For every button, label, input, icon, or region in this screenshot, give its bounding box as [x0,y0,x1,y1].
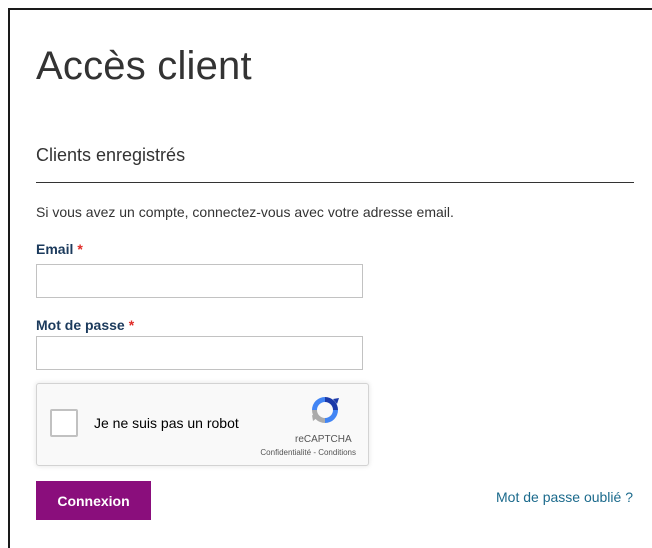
recaptcha-widget: Je ne suis pas un robot reCAPTCHA Confid… [36,383,369,466]
required-marker: * [77,241,83,257]
recaptcha-terms-link[interactable]: Confidentialité - Conditions [260,448,356,457]
email-label-text: Email [36,241,74,257]
password-label-text: Mot de passe [36,317,125,333]
email-label: Email * [36,242,83,256]
page-title: Accès client [36,44,252,88]
recaptcha-brand: reCAPTCHA [295,434,352,445]
email-field[interactable] [36,264,363,298]
forgot-password-link[interactable]: Mot de passe oublié ? [496,489,633,505]
password-field[interactable] [36,336,363,370]
recaptcha-checkbox[interactable] [50,409,78,437]
password-label: Mot de passe * [36,318,134,332]
login-button[interactable]: Connexion [36,481,151,520]
required-marker: * [128,317,135,333]
recaptcha-logo-icon [312,397,339,423]
section-title: Clients enregistrés [36,145,186,165]
intro-text: Si vous avez un compte, connectez-vous a… [36,204,454,220]
recaptcha-label: Je ne suis pas un robot [94,415,239,431]
section-divider [36,182,634,183]
